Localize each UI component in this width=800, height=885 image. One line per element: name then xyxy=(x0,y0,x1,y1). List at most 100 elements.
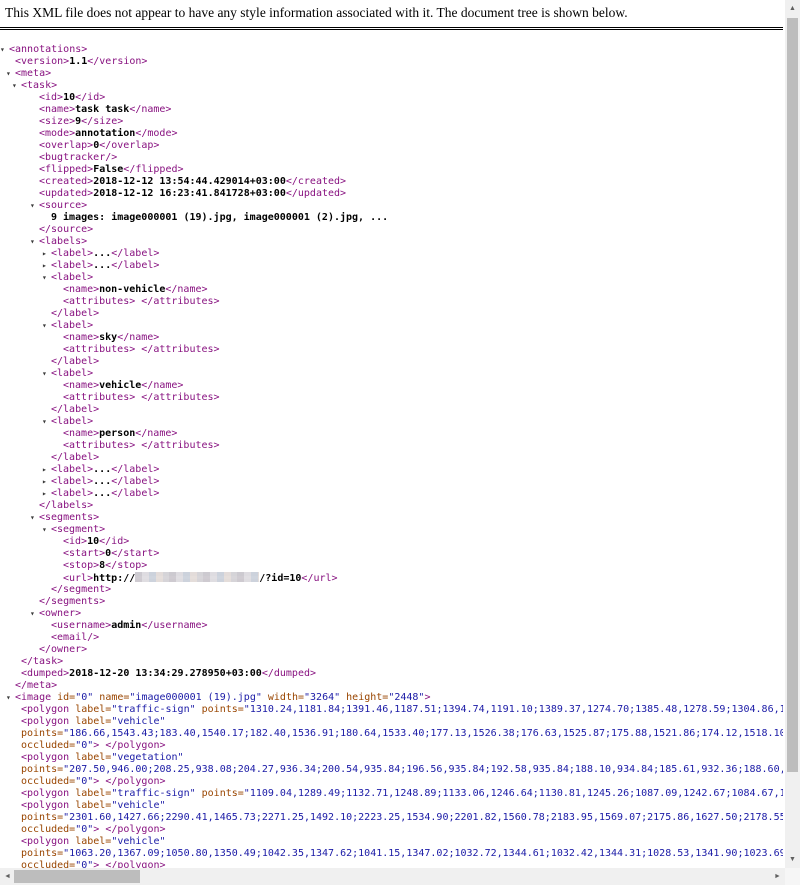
expand-arrow-down-icon[interactable]: ▾ xyxy=(42,320,47,332)
xml-line: </owner> xyxy=(0,644,783,656)
expand-arrow-down-icon[interactable]: ▾ xyxy=(30,236,35,248)
expand-arrow-down-icon[interactable]: ▾ xyxy=(30,608,35,620)
xml-notice: This XML file does not appear to have an… xyxy=(0,0,783,30)
xml-line: </source> xyxy=(0,224,783,236)
xml-line: ▸<label>...</label> xyxy=(0,464,783,476)
up-arrow-icon: ▲ xyxy=(789,5,796,12)
xml-line: <polygon label="vehicle" xyxy=(0,836,783,848)
xml-line: <polygon label="traffic-sign" points="13… xyxy=(0,704,783,716)
xml-line: <id>10</id> xyxy=(0,92,783,104)
xml-line: ▾<annotations> xyxy=(0,44,783,56)
right-arrow-icon: ► xyxy=(774,873,781,880)
xml-line: <name>task task</name> xyxy=(0,104,783,116)
expand-arrow-down-icon[interactable]: ▾ xyxy=(30,200,35,212)
xml-line: ▾<task> xyxy=(0,80,783,92)
xml-line: points="1063.20,1367.09;1050.80,1350.49;… xyxy=(0,848,783,860)
xml-line: ▾<label> xyxy=(0,272,783,284)
expand-arrow-down-icon[interactable]: ▾ xyxy=(42,524,47,536)
xml-line: </label> xyxy=(0,356,783,368)
xml-line: <attributes> </attributes> xyxy=(0,344,783,356)
xml-line: <stop>8</stop> xyxy=(0,560,783,572)
xml-viewer-page: This XML file does not appear to have an… xyxy=(0,0,783,868)
expand-arrow-down-icon[interactable]: ▾ xyxy=(0,44,5,56)
xml-line: </label> xyxy=(0,452,783,464)
xml-line: <flipped>False</flipped> xyxy=(0,164,783,176)
horizontal-scrollbar[interactable]: ◄ ► xyxy=(0,868,785,885)
xml-document-tree: ▾<annotations><version>1.1</version>▾<me… xyxy=(0,44,783,868)
xml-line: </segment> xyxy=(0,584,783,596)
scrollbar-down-button[interactable]: ▼ xyxy=(785,851,800,868)
xml-line: </task> xyxy=(0,656,783,668)
xml-line: ▾<labels> xyxy=(0,236,783,248)
expand-arrow-right-icon[interactable]: ▸ xyxy=(42,260,47,272)
xml-line: </labels> xyxy=(0,500,783,512)
vertical-scrollbar[interactable]: ▲ ▼ xyxy=(785,0,800,868)
xml-line: ▸<label>...</label> xyxy=(0,488,783,500)
expand-arrow-down-icon[interactable]: ▾ xyxy=(42,368,47,380)
expand-arrow-down-icon[interactable]: ▾ xyxy=(42,272,47,284)
expand-arrow-down-icon[interactable]: ▾ xyxy=(6,692,11,704)
xml-line: <attributes> </attributes> xyxy=(0,440,783,452)
xml-line: <mode>annotation</mode> xyxy=(0,128,783,140)
expand-arrow-down-icon[interactable]: ▾ xyxy=(12,80,17,92)
xml-line: <dumped>2018-12-20 13:34:29.278950+03:00… xyxy=(0,668,783,680)
xml-line: <email/> xyxy=(0,632,783,644)
xml-line: <bugtracker/> xyxy=(0,152,783,164)
scrollbar-up-button[interactable]: ▲ xyxy=(785,0,800,17)
xml-line: ▾<segments> xyxy=(0,512,783,524)
xml-line: </meta> xyxy=(0,680,783,692)
xml-line: </label> xyxy=(0,404,783,416)
xml-line: ▾<source> xyxy=(0,200,783,212)
xml-line: 9 images: image000001 (19).jpg, image000… xyxy=(0,212,783,224)
horizontal-scrollbar-thumb[interactable] xyxy=(14,870,140,883)
scrollbar-corner xyxy=(785,868,800,885)
xml-line: <polygon label="vegetation" xyxy=(0,752,783,764)
xml-line: <overlap>0</overlap> xyxy=(0,140,783,152)
xml-line: <created>2018-12-12 13:54:44.429014+03:0… xyxy=(0,176,783,188)
xml-line: occluded="0"> </polygon> xyxy=(0,776,783,788)
xml-line: <version>1.1</version> xyxy=(0,56,783,68)
xml-line: ▾<label> xyxy=(0,320,783,332)
xml-line: <polygon label="traffic-sign" points="11… xyxy=(0,788,783,800)
vertical-scrollbar-thumb[interactable] xyxy=(787,18,798,772)
xml-line: points="186.66,1543.43;183.40,1540.17;18… xyxy=(0,728,783,740)
xml-line: <id>10</id> xyxy=(0,536,783,548)
xml-line: occluded="0"> </polygon> xyxy=(0,860,783,868)
expand-arrow-down-icon[interactable]: ▾ xyxy=(6,68,11,80)
xml-notice-text: This XML file does not appear to have an… xyxy=(5,5,628,20)
xml-line: ▸<label>...</label> xyxy=(0,476,783,488)
xml-line: points="207.50,946.00;208.25,938.08;204.… xyxy=(0,764,783,776)
xml-line: <url>http:///?id=10</url> xyxy=(0,572,783,584)
xml-line: ▾<segment> xyxy=(0,524,783,536)
scrollbar-right-button[interactable]: ► xyxy=(770,868,785,885)
xml-line: ▾<owner> xyxy=(0,608,783,620)
expand-arrow-down-icon[interactable]: ▾ xyxy=(30,512,35,524)
expand-arrow-right-icon[interactable]: ▸ xyxy=(42,248,47,260)
xml-line: <polygon label="vehicle" xyxy=(0,716,783,728)
xml-line: points="2301.60,1427.66;2290.41,1465.73;… xyxy=(0,812,783,824)
xml-line: </segments> xyxy=(0,596,783,608)
xml-line: ▾<image id="0" name="image000001 (19).jp… xyxy=(0,692,783,704)
xml-line: <attributes> </attributes> xyxy=(0,296,783,308)
xml-line: <name>vehicle</name> xyxy=(0,380,783,392)
expand-arrow-right-icon[interactable]: ▸ xyxy=(42,488,47,500)
down-arrow-icon: ▼ xyxy=(789,856,796,863)
xml-line: ▸<label>...</label> xyxy=(0,248,783,260)
expand-arrow-right-icon[interactable]: ▸ xyxy=(42,476,47,488)
scrollbar-left-button[interactable]: ◄ xyxy=(0,868,15,885)
xml-line: <name>non-vehicle</name> xyxy=(0,284,783,296)
xml-line: <updated>2018-12-12 16:23:41.841728+03:0… xyxy=(0,188,783,200)
xml-line: ▾<meta> xyxy=(0,68,783,80)
redacted-url-blur xyxy=(135,572,259,582)
xml-line: </label> xyxy=(0,308,783,320)
xml-line: ▾<label> xyxy=(0,368,783,380)
expand-arrow-right-icon[interactable]: ▸ xyxy=(42,464,47,476)
xml-line: <start>0</start> xyxy=(0,548,783,560)
xml-line: occluded="0"> </polygon> xyxy=(0,824,783,836)
xml-line: ▾<label> xyxy=(0,416,783,428)
expand-arrow-down-icon[interactable]: ▾ xyxy=(42,416,47,428)
left-arrow-icon: ◄ xyxy=(4,873,11,880)
xml-line: <name>sky</name> xyxy=(0,332,783,344)
xml-line: occluded="0"> </polygon> xyxy=(0,740,783,752)
xml-line: <size>9</size> xyxy=(0,116,783,128)
